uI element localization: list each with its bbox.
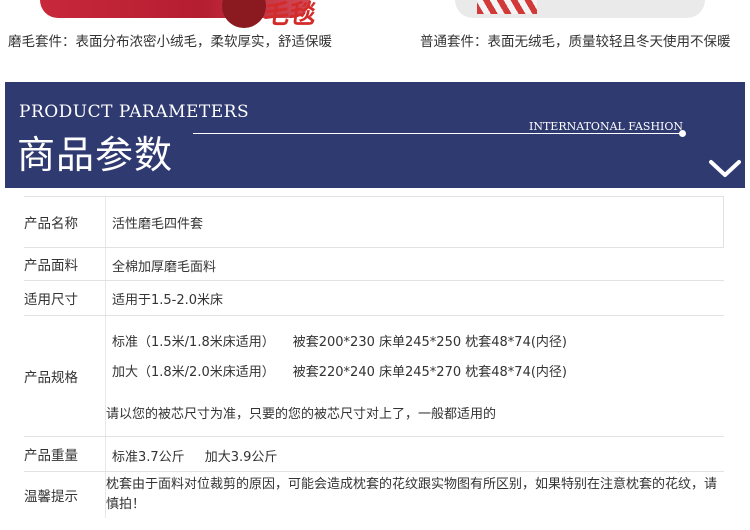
- spec-large-size: 被套220*240 床单245*270 枕套48*74(内径): [292, 365, 567, 380]
- brushed-caption: 磨毛套件：表面分布浓密小绒毛，柔软厚实，舒适保暖: [8, 34, 332, 50]
- param-label: 产品重量: [24, 437, 106, 471]
- param-row-notice: 温馨提示 枕套由于面料对位裁剪的原因，可能会造成枕套的花纹跟实物图有所区别，如果…: [24, 472, 724, 518]
- spec-standard-size: 被套200*230 床单245*250 枕套48*74(内径): [292, 335, 567, 350]
- param-row-fabric: 产品面料 全棉加厚磨毛面料: [24, 248, 724, 281]
- banner-divider: [193, 133, 681, 134]
- param-label: 产品名称: [24, 197, 106, 247]
- regular-fabric-photo: [455, 0, 705, 18]
- spec-note: 请以您的被芯尺寸为准，只要的您的被芯尺寸对上了，一般都适用的: [106, 407, 497, 422]
- banner-dot-icon: [679, 130, 686, 137]
- param-value: 适用于1.5-2.0米床: [112, 293, 224, 308]
- comparison-strip: 毛毯 磨毛套件：表面分布浓密小绒毛，柔软厚实，舒适保暖 普通套件：表面无绒毛，质…: [0, 0, 750, 60]
- parameter-table: 产品名称 活性磨毛四件套 产品面料 全棉加厚磨毛面料 适用尺寸 适用于1.5-2…: [24, 196, 724, 518]
- seal-stamp-icon: [222, 0, 266, 28]
- weight-large: 加大3.9公斤: [204, 450, 278, 465]
- banner-title-cn: 商品参数: [17, 133, 174, 177]
- param-row-name: 产品名称 活性磨毛四件套: [24, 197, 724, 248]
- spec-large-name: 加大（1.8米/2.0米床适用）: [112, 365, 275, 380]
- param-value: 枕套由于面料对位裁剪的原因，可能会造成枕套的花纹跟实物图有所区别，如果特别在注意…: [106, 477, 718, 512]
- spec-large: 加大（1.8米/2.0米床适用） 被套220*240 床单245*270 枕套48…: [112, 361, 567, 380]
- param-row-size: 适用尺寸 适用于1.5-2.0米床: [24, 281, 724, 316]
- chevron-down-icon: [709, 160, 741, 177]
- brand-calligraphy-icon: 毛毯: [261, 0, 318, 30]
- weight-standard: 标准3.7公斤: [112, 450, 185, 465]
- param-value: 活性磨毛四件套: [112, 217, 204, 232]
- param-label: 温馨提示: [24, 472, 106, 518]
- regular-caption: 普通套件：表面无绒毛，质量较轻且冬天使用不保暖: [420, 34, 731, 50]
- param-value: 全棉加厚磨毛面料: [112, 260, 217, 275]
- parameters-banner: PRODUCT PARAMETERS 商品参数 INTERNATONAL FAS…: [5, 82, 745, 188]
- param-value: 标准3.7公斤 加大3.9公斤: [106, 437, 724, 465]
- param-row-weight: 产品重量 标准3.7公斤 加大3.9公斤: [24, 437, 724, 472]
- param-row-spec: 产品规格 标准（1.5米/1.8米床适用） 被套200*230 床单245*250…: [24, 316, 724, 437]
- banner-tagline: INTERNATONAL FASHION: [529, 120, 684, 133]
- param-label: 产品面料: [24, 248, 106, 280]
- spec-standard-name: 标准（1.5米/1.8米床适用）: [112, 335, 275, 350]
- param-label: 适用尺寸: [24, 281, 106, 315]
- spec-standard: 标准（1.5米/1.8米床适用） 被套200*230 床单245*250 枕套48…: [112, 331, 567, 350]
- banner-title-en: PRODUCT PARAMETERS: [19, 102, 250, 122]
- param-label: 产品规格: [24, 316, 106, 436]
